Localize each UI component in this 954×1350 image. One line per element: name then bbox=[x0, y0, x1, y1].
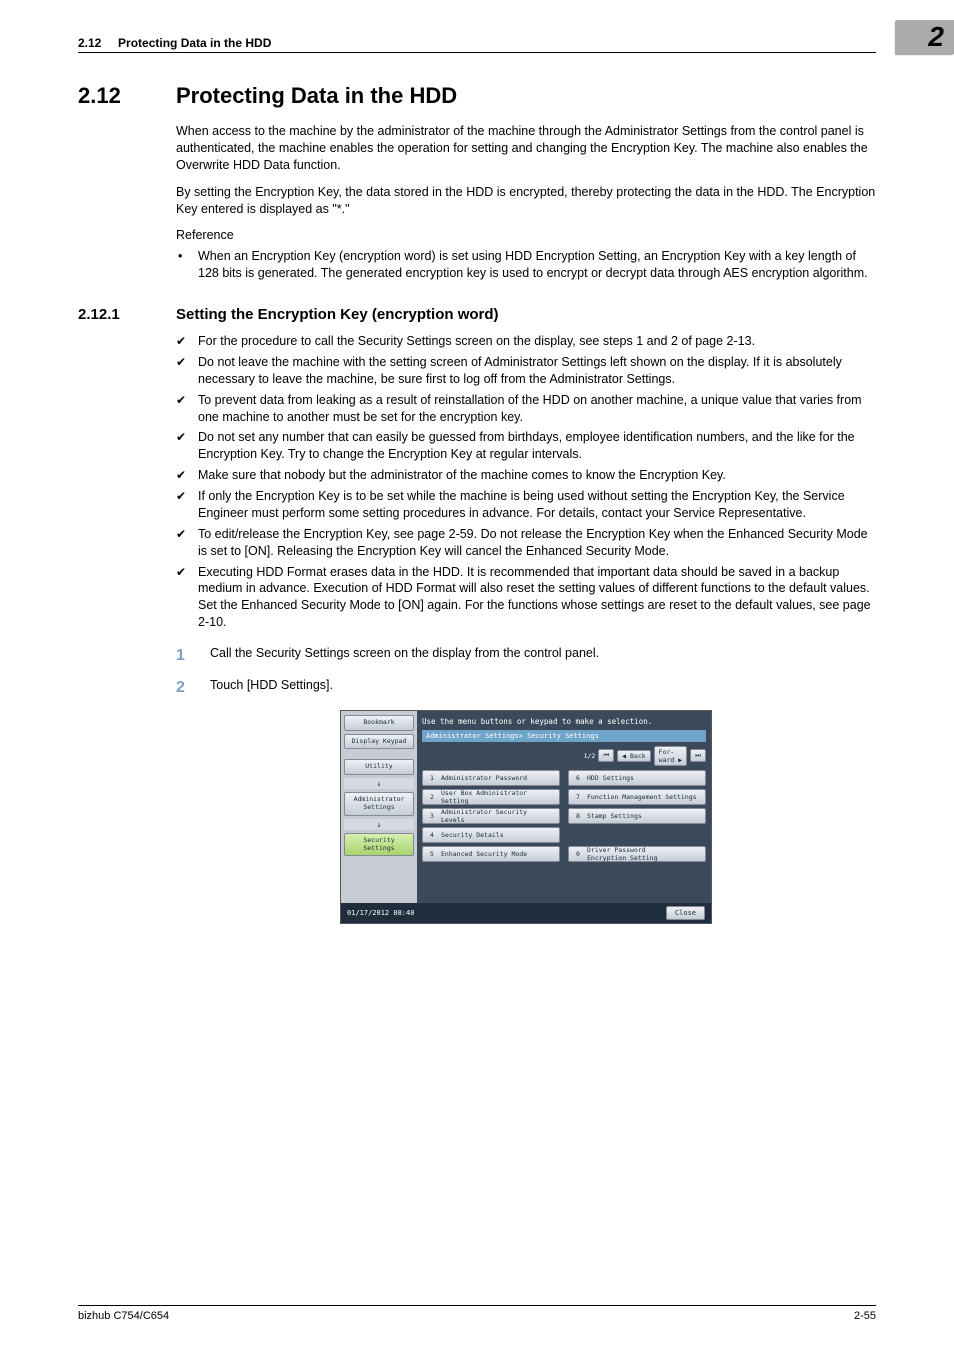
close-button[interactable]: Close bbox=[666, 906, 705, 920]
bookmark-button[interactable]: Bookmark bbox=[344, 715, 414, 731]
subsection-title: Setting the Encryption Key (encryption w… bbox=[176, 306, 499, 323]
arrow-down-icon: ↓ bbox=[344, 778, 414, 789]
menu-function-management[interactable]: 7Function Management Settings bbox=[568, 789, 706, 805]
menu-admin-security-levels[interactable]: 3Administrator Security Levels bbox=[422, 808, 560, 824]
menu-hdd-settings[interactable]: 6HDD Settings bbox=[568, 770, 706, 786]
security-settings-button[interactable]: Security Settings bbox=[344, 833, 414, 857]
step-number-1: 1 bbox=[176, 645, 192, 667]
section-title: Protecting Data in the HDD bbox=[176, 83, 457, 109]
menu-user-box-admin[interactable]: 2User Box Administrator Setting bbox=[422, 789, 560, 805]
header-section-title: Protecting Data in the HDD bbox=[118, 36, 271, 50]
forward-button[interactable]: For- ward ▶ bbox=[654, 746, 687, 766]
menu-administrator-password[interactable]: 1Administrator Password bbox=[422, 770, 560, 786]
step-row: 2 Touch [HDD Settings]. bbox=[176, 677, 876, 699]
back-button[interactable]: ◀ Back bbox=[617, 750, 650, 762]
step-text: Touch [HDD Settings]. bbox=[210, 677, 333, 699]
display-keypad-button[interactable]: Display Keypad bbox=[344, 734, 414, 750]
step-text: Call the Security Settings screen on the… bbox=[210, 645, 599, 667]
panel-main: Use the menu buttons or keypad to make a… bbox=[417, 711, 711, 903]
menu-stamp-settings[interactable]: 8Stamp Settings bbox=[568, 808, 706, 824]
paragraph: By setting the Encryption Key, the data … bbox=[176, 184, 876, 218]
page-indicator: 1/2 bbox=[584, 752, 596, 760]
pager: 1/2 ⏮ ◀ Back For- ward ▶ ⏭ bbox=[422, 746, 706, 766]
precaution-item: To edit/release the Encryption Key, see … bbox=[176, 526, 876, 560]
subsection-number: 2.12.1 bbox=[78, 306, 148, 323]
precaution-item: To prevent data from leaking as a result… bbox=[176, 392, 876, 426]
panel-screenshot: Bookmark Display Keypad Utility ↓ Admini… bbox=[340, 710, 712, 924]
page-footer: bizhub C754/C654 2-55 bbox=[78, 1305, 876, 1322]
paragraph: When access to the machine by the admini… bbox=[176, 123, 876, 174]
menu-security-details[interactable]: 4Security Details bbox=[422, 827, 560, 843]
precaution-item: If only the Encryption Key is to be set … bbox=[176, 488, 876, 522]
menu-grid: 1Administrator Password 6HDD Settings 2U… bbox=[422, 770, 706, 862]
breadcrumb: Administrator Settings> Security Setting… bbox=[422, 730, 706, 742]
menu-driver-password-encryption[interactable]: 0Driver Password Encryption Setting bbox=[568, 846, 706, 862]
nav-first-button[interactable]: ⏮ bbox=[598, 749, 614, 762]
section-number: 2.12 bbox=[78, 83, 148, 109]
panel-footer: 01/17/2012 08:40 Close bbox=[341, 903, 711, 923]
nav-last-button[interactable]: ⏭ bbox=[690, 749, 706, 762]
reference-label: Reference bbox=[176, 227, 876, 244]
precaution-item: Do not leave the machine with the settin… bbox=[176, 354, 876, 388]
reference-item: When an Encryption Key (encryption word)… bbox=[176, 248, 876, 282]
precaution-item: Do not set any number that can easily be… bbox=[176, 429, 876, 463]
precaution-item: Executing HDD Format erases data in the … bbox=[176, 564, 876, 632]
panel-timestamp: 01/17/2012 08:40 bbox=[347, 909, 414, 917]
page-header: 2.12 Protecting Data in the HDD bbox=[78, 36, 876, 53]
precaution-list: For the procedure to call the Security S… bbox=[176, 333, 876, 631]
precaution-item: For the procedure to call the Security S… bbox=[176, 333, 876, 350]
header-section-number: 2.12 bbox=[78, 36, 101, 50]
arrow-down-icon: ↓ bbox=[344, 819, 414, 830]
footer-page-number: 2-55 bbox=[854, 1310, 876, 1322]
panel-hint: Use the menu buttons or keypad to make a… bbox=[422, 715, 706, 730]
precaution-item: Make sure that nobody but the administra… bbox=[176, 467, 876, 484]
footer-model: bizhub C754/C654 bbox=[78, 1310, 169, 1322]
utility-button[interactable]: Utility bbox=[344, 759, 414, 775]
chapter-marker: 2 bbox=[896, 20, 954, 54]
panel-sidebar: Bookmark Display Keypad Utility ↓ Admini… bbox=[341, 711, 417, 903]
step-number-2: 2 bbox=[176, 677, 192, 699]
step-row: 1 Call the Security Settings screen on t… bbox=[176, 645, 876, 667]
administrator-settings-button[interactable]: Administrator Settings bbox=[344, 792, 414, 816]
menu-enhanced-security-mode[interactable]: 5Enhanced Security Mode bbox=[422, 846, 560, 862]
